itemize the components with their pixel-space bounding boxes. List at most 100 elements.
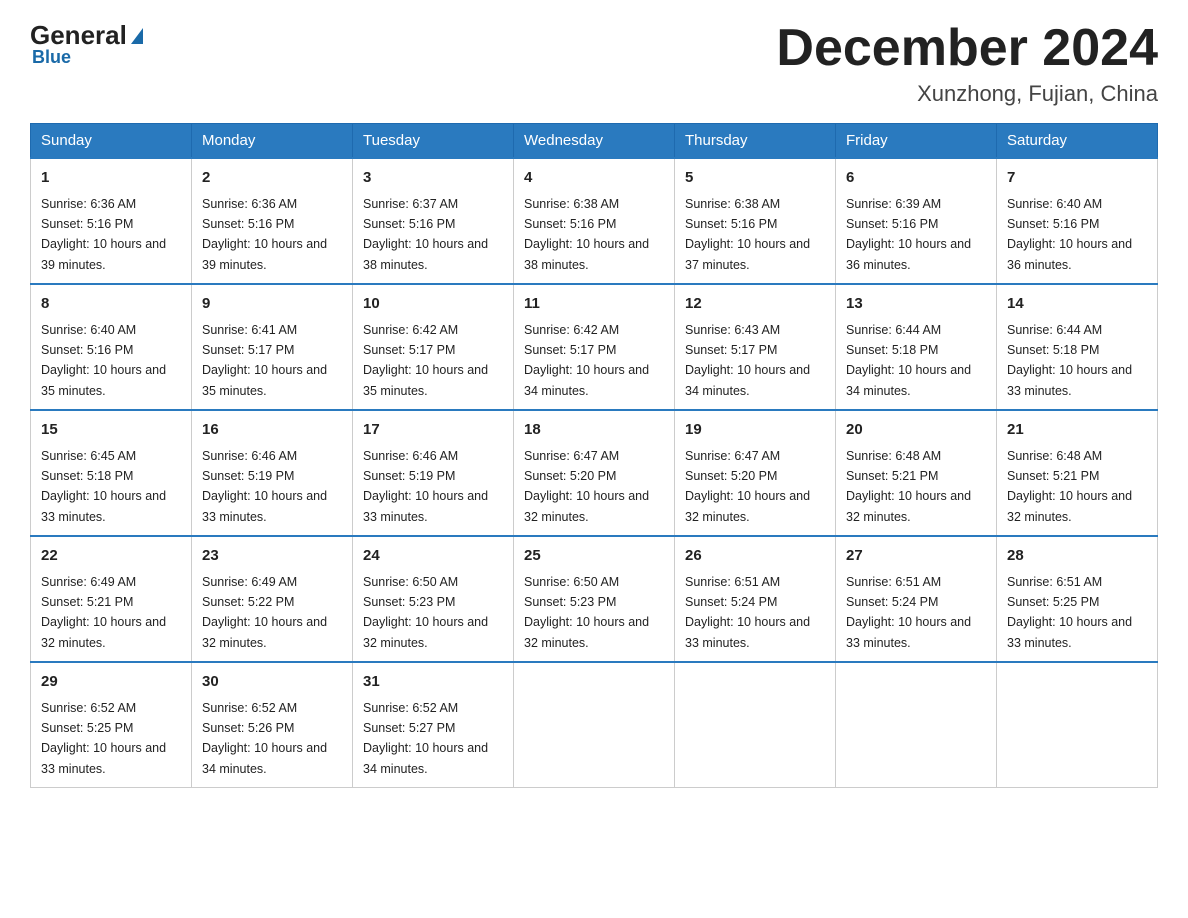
day-info: Sunrise: 6:48 AMSunset: 5:21 PMDaylight:…	[846, 449, 971, 524]
day-number: 26	[685, 545, 825, 568]
calendar-cell: 4 Sunrise: 6:38 AMSunset: 5:16 PMDaylight…	[514, 158, 675, 284]
day-info: Sunrise: 6:47 AMSunset: 5:20 PMDaylight:…	[524, 449, 649, 524]
day-info: Sunrise: 6:52 AMSunset: 5:27 PMDaylight:…	[363, 701, 488, 776]
day-number: 30	[202, 671, 342, 694]
day-number: 20	[846, 419, 986, 442]
calendar-week-3: 15 Sunrise: 6:45 AMSunset: 5:18 PMDayligh…	[31, 410, 1158, 536]
title-block: December 2024 Xunzhong, Fujian, China	[776, 20, 1158, 107]
day-number: 13	[846, 293, 986, 316]
day-info: Sunrise: 6:48 AMSunset: 5:21 PMDaylight:…	[1007, 449, 1132, 524]
calendar-cell: 5Sunrise: 6:38 AMSunset: 5:16 PMDaylight…	[675, 158, 836, 284]
calendar-header-row: SundayMondayTuesdayWednesdayThursdayFrid…	[31, 124, 1158, 159]
calendar-cell: 6 Sunrise: 6:39 AMSunset: 5:16 PMDaylight…	[836, 158, 997, 284]
calendar-cell: 20 Sunrise: 6:48 AMSunset: 5:21 PMDayligh…	[836, 410, 997, 536]
day-info: Sunrise: 6:49 AMSunset: 5:22 PMDaylight:…	[202, 575, 327, 650]
day-info: Sunrise: 6:52 AMSunset: 5:26 PMDaylight:…	[202, 701, 327, 776]
day-number: 23	[202, 545, 342, 568]
header-monday: Monday	[192, 124, 353, 159]
header-saturday: Saturday	[997, 124, 1158, 159]
day-info: Sunrise: 6:51 AMSunset: 5:25 PMDaylight:…	[1007, 575, 1132, 650]
day-number: 14	[1007, 293, 1147, 316]
day-number: 7	[1007, 167, 1147, 190]
header-thursday: Thursday	[675, 124, 836, 159]
day-number: 17	[363, 419, 503, 442]
day-number: 19	[685, 419, 825, 442]
day-info: Sunrise: 6:36 AMSunset: 5:16 PMDaylight:…	[202, 197, 327, 272]
day-number: 24	[363, 545, 503, 568]
day-number: 28	[1007, 545, 1147, 568]
day-info: Sunrise: 6:51 AMSunset: 5:24 PMDaylight:…	[685, 575, 810, 650]
header-sunday: Sunday	[31, 124, 192, 159]
page-header: General Blue December 2024 Xunzhong, Fuj…	[30, 20, 1158, 107]
day-number: 4	[524, 167, 664, 190]
month-title: December 2024	[776, 20, 1158, 77]
header-friday: Friday	[836, 124, 997, 159]
day-number: 21	[1007, 419, 1147, 442]
calendar-cell	[836, 662, 997, 788]
day-info: Sunrise: 6:40 AMSunset: 5:16 PMDaylight:…	[1007, 197, 1132, 272]
calendar-cell: 19Sunrise: 6:47 AMSunset: 5:20 PMDayligh…	[675, 410, 836, 536]
day-number: 22	[41, 545, 181, 568]
day-info: Sunrise: 6:43 AMSunset: 5:17 PMDaylight:…	[685, 323, 810, 398]
calendar-table: SundayMondayTuesdayWednesdayThursdayFrid…	[30, 123, 1158, 788]
calendar-cell: 23 Sunrise: 6:49 AMSunset: 5:22 PMDayligh…	[192, 536, 353, 662]
day-info: Sunrise: 6:52 AMSunset: 5:25 PMDaylight:…	[41, 701, 166, 776]
calendar-cell: 11 Sunrise: 6:42 AMSunset: 5:17 PMDayligh…	[514, 284, 675, 410]
calendar-header: SundayMondayTuesdayWednesdayThursdayFrid…	[31, 124, 1158, 159]
day-number: 15	[41, 419, 181, 442]
calendar-cell: 10Sunrise: 6:42 AMSunset: 5:17 PMDayligh…	[353, 284, 514, 410]
day-info: Sunrise: 6:50 AMSunset: 5:23 PMDaylight:…	[363, 575, 488, 650]
calendar-body: 1 Sunrise: 6:36 AMSunset: 5:16 PMDaylight…	[31, 158, 1158, 788]
day-number: 18	[524, 419, 664, 442]
day-info: Sunrise: 6:36 AMSunset: 5:16 PMDaylight:…	[41, 197, 166, 272]
day-info: Sunrise: 6:51 AMSunset: 5:24 PMDaylight:…	[846, 575, 971, 650]
day-info: Sunrise: 6:42 AMSunset: 5:17 PMDaylight:…	[524, 323, 649, 398]
header-tuesday: Tuesday	[353, 124, 514, 159]
day-info: Sunrise: 6:41 AMSunset: 5:17 PMDaylight:…	[202, 323, 327, 398]
day-info: Sunrise: 6:49 AMSunset: 5:21 PMDaylight:…	[41, 575, 166, 650]
calendar-cell: 26 Sunrise: 6:51 AMSunset: 5:24 PMDayligh…	[675, 536, 836, 662]
day-info: Sunrise: 6:50 AMSunset: 5:23 PMDaylight:…	[524, 575, 649, 650]
calendar-cell: 14Sunrise: 6:44 AMSunset: 5:18 PMDayligh…	[997, 284, 1158, 410]
day-number: 31	[363, 671, 503, 694]
day-info: Sunrise: 6:44 AMSunset: 5:18 PMDaylight:…	[846, 323, 971, 398]
day-info: Sunrise: 6:46 AMSunset: 5:19 PMDaylight:…	[363, 449, 488, 524]
day-number: 9	[202, 293, 342, 316]
calendar-week-1: 1 Sunrise: 6:36 AMSunset: 5:16 PMDaylight…	[31, 158, 1158, 284]
calendar-cell: 2Sunrise: 6:36 AMSunset: 5:16 PMDaylight…	[192, 158, 353, 284]
day-info: Sunrise: 6:45 AMSunset: 5:18 PMDaylight:…	[41, 449, 166, 524]
calendar-week-5: 29 Sunrise: 6:52 AMSunset: 5:25 PMDayligh…	[31, 662, 1158, 788]
calendar-week-4: 22 Sunrise: 6:49 AMSunset: 5:21 PMDayligh…	[31, 536, 1158, 662]
day-number: 29	[41, 671, 181, 694]
day-info: Sunrise: 6:46 AMSunset: 5:19 PMDaylight:…	[202, 449, 327, 524]
day-info: Sunrise: 6:39 AMSunset: 5:16 PMDaylight:…	[846, 197, 971, 272]
calendar-cell: 21 Sunrise: 6:48 AMSunset: 5:21 PMDayligh…	[997, 410, 1158, 536]
calendar-cell: 27 Sunrise: 6:51 AMSunset: 5:24 PMDayligh…	[836, 536, 997, 662]
day-number: 6	[846, 167, 986, 190]
calendar-cell: 3Sunrise: 6:37 AMSunset: 5:16 PMDaylight…	[353, 158, 514, 284]
location-title: Xunzhong, Fujian, China	[776, 81, 1158, 107]
calendar-cell: 28 Sunrise: 6:51 AMSunset: 5:25 PMDayligh…	[997, 536, 1158, 662]
calendar-cell: 12Sunrise: 6:43 AMSunset: 5:17 PMDayligh…	[675, 284, 836, 410]
day-info: Sunrise: 6:38 AMSunset: 5:16 PMDaylight:…	[524, 197, 649, 272]
day-number: 1	[41, 167, 181, 190]
calendar-cell: 8 Sunrise: 6:40 AMSunset: 5:16 PMDaylight…	[31, 284, 192, 410]
calendar-cell: 1 Sunrise: 6:36 AMSunset: 5:16 PMDaylight…	[31, 158, 192, 284]
day-number: 8	[41, 293, 181, 316]
day-info: Sunrise: 6:42 AMSunset: 5:17 PMDaylight:…	[363, 323, 488, 398]
calendar-cell	[514, 662, 675, 788]
calendar-cell: 22 Sunrise: 6:49 AMSunset: 5:21 PMDayligh…	[31, 536, 192, 662]
day-number: 27	[846, 545, 986, 568]
calendar-cell: 25 Sunrise: 6:50 AMSunset: 5:23 PMDayligh…	[514, 536, 675, 662]
day-number: 11	[524, 293, 664, 316]
calendar-cell: 29 Sunrise: 6:52 AMSunset: 5:25 PMDayligh…	[31, 662, 192, 788]
calendar-cell: 17 Sunrise: 6:46 AMSunset: 5:19 PMDayligh…	[353, 410, 514, 536]
day-number: 3	[363, 167, 503, 190]
day-info: Sunrise: 6:40 AMSunset: 5:16 PMDaylight:…	[41, 323, 166, 398]
calendar-cell: 30 Sunrise: 6:52 AMSunset: 5:26 PMDayligh…	[192, 662, 353, 788]
header-wednesday: Wednesday	[514, 124, 675, 159]
calendar-cell: 13 Sunrise: 6:44 AMSunset: 5:18 PMDayligh…	[836, 284, 997, 410]
calendar-cell: 9 Sunrise: 6:41 AMSunset: 5:17 PMDaylight…	[192, 284, 353, 410]
logo: General Blue	[30, 20, 145, 68]
day-number: 25	[524, 545, 664, 568]
